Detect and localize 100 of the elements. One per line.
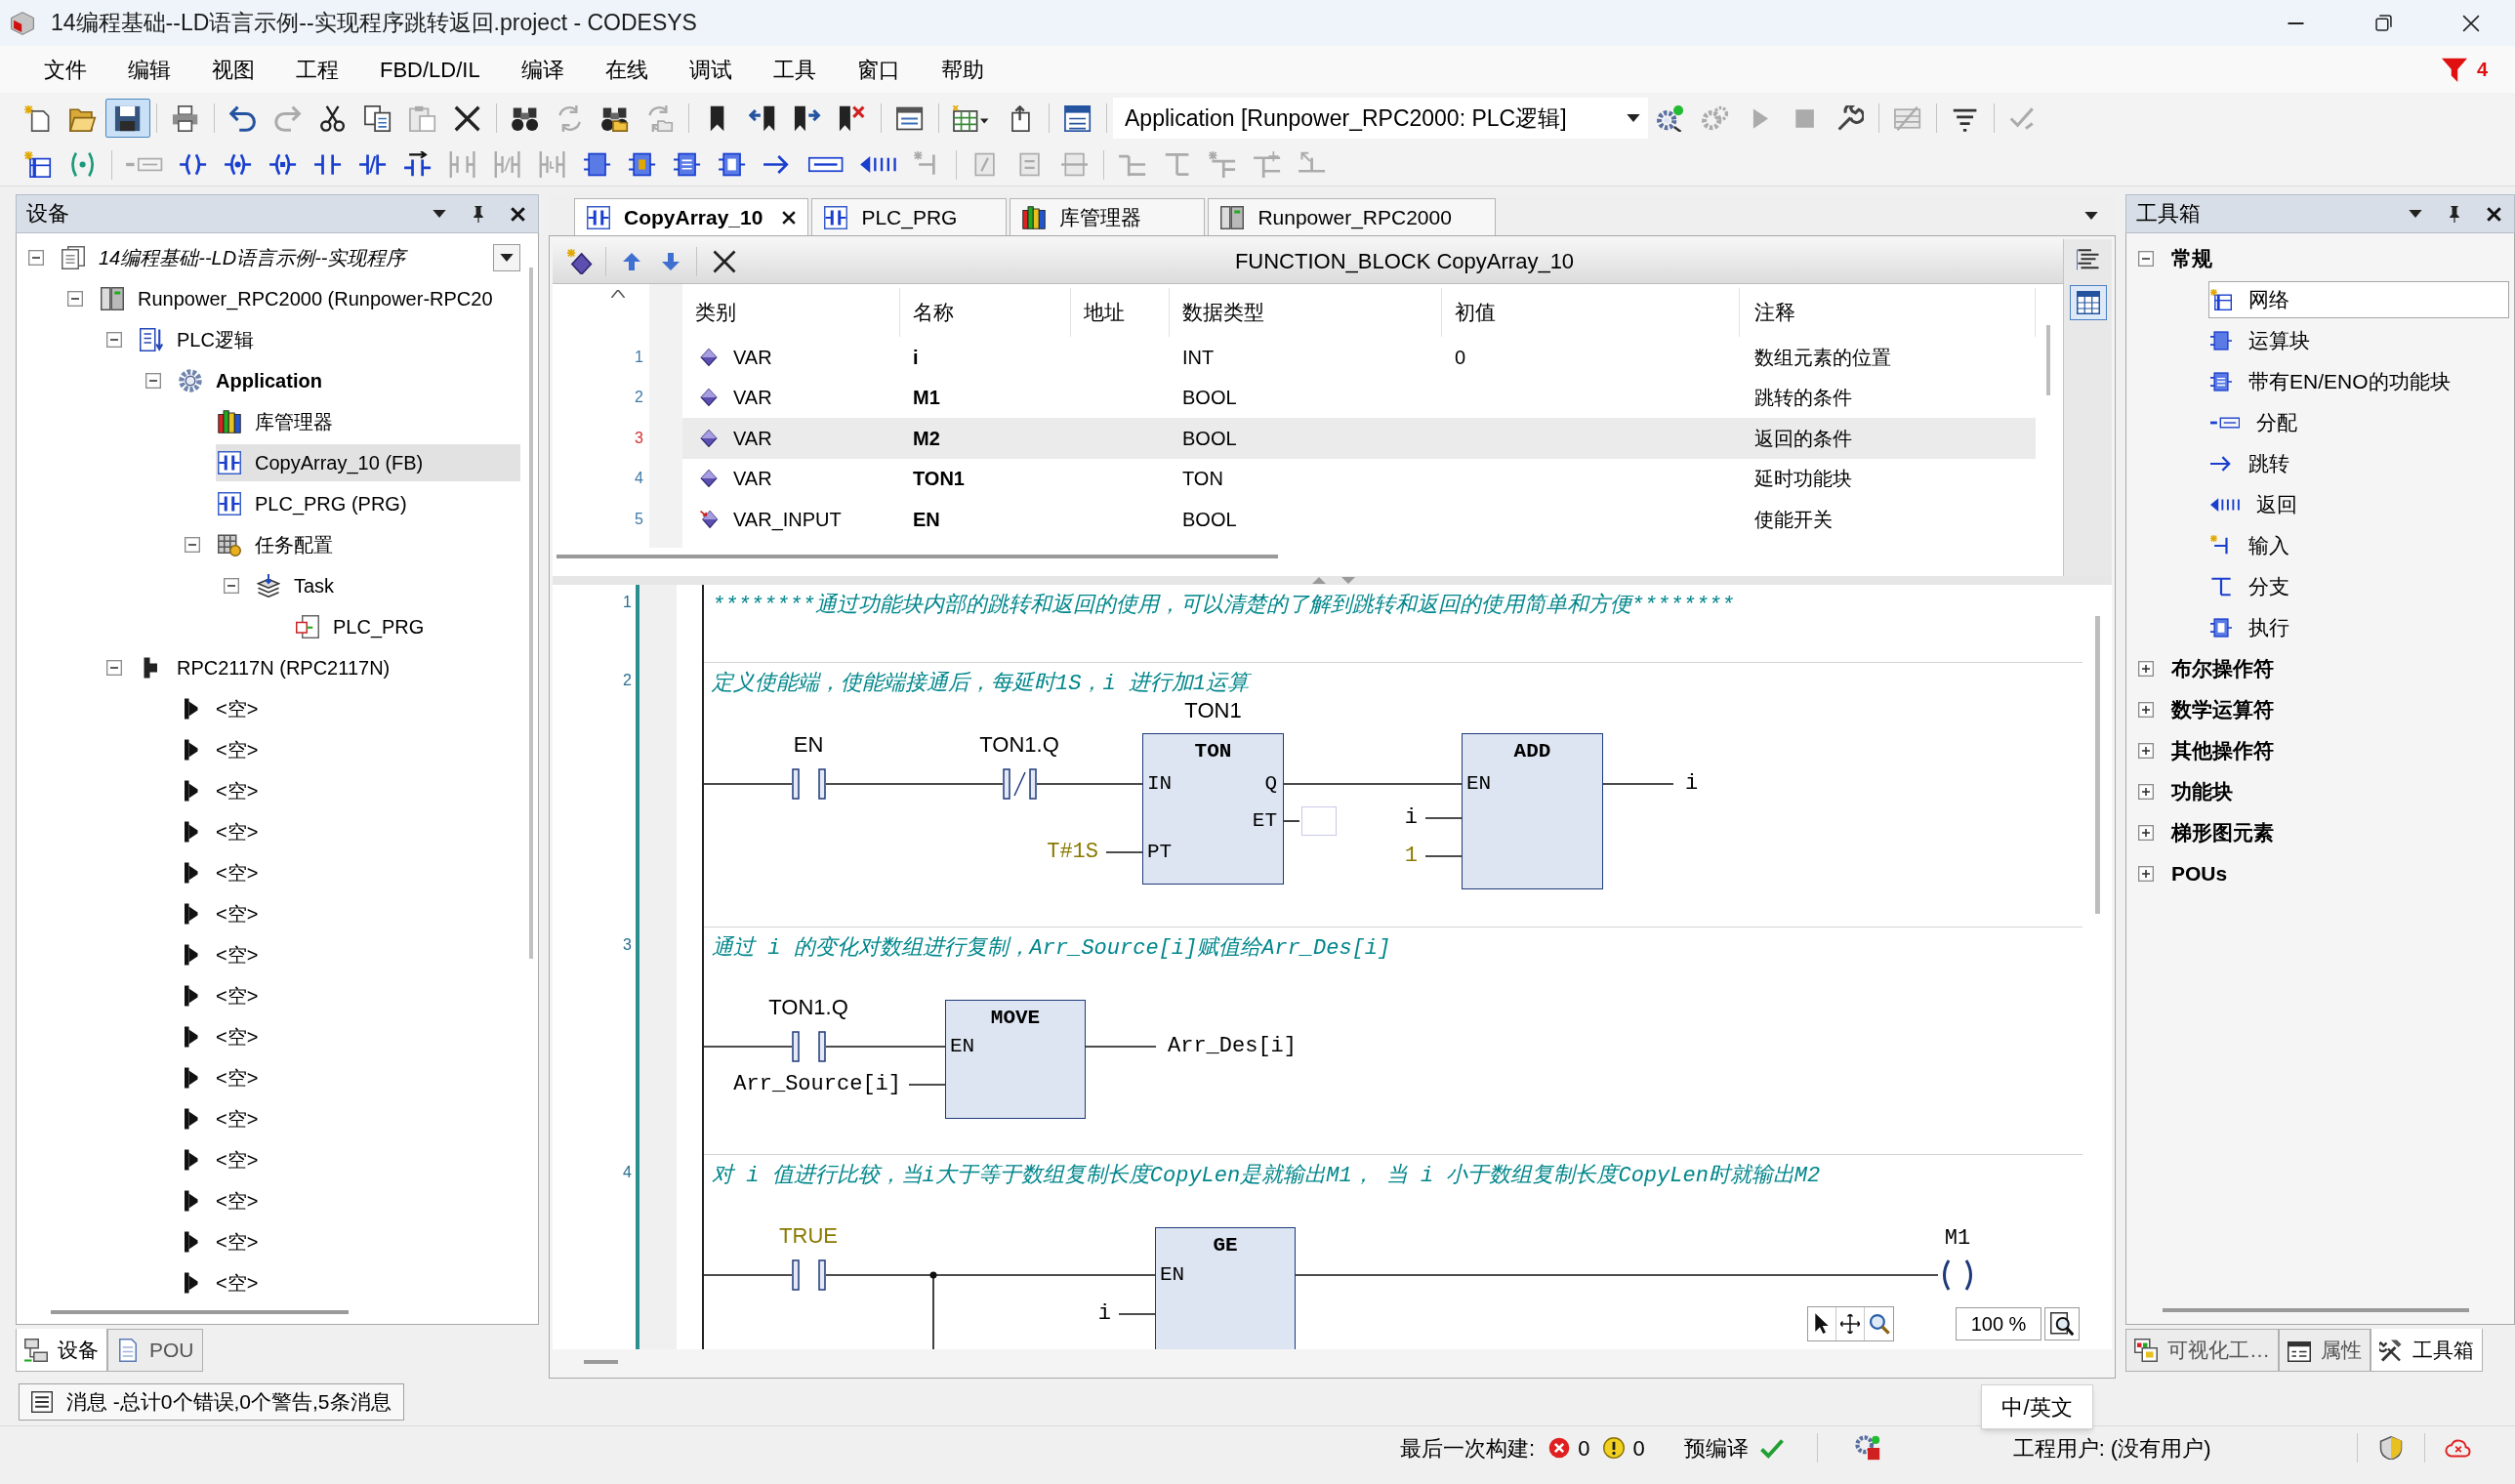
menu-item[interactable]: 工具	[752, 53, 837, 86]
tree-item[interactable]: Application	[177, 362, 520, 399]
funnel-icon[interactable]	[2441, 57, 2467, 82]
plus-box-icon[interactable]	[2138, 702, 2154, 718]
horizontal-scrollbar[interactable]	[584, 1359, 618, 1364]
toolbox-category[interactable]: 功能块	[2171, 776, 2233, 807]
toolbox-item[interactable]: 带有EN/ENO的功能块	[2208, 363, 2509, 400]
tree-item[interactable]: <空>	[177, 977, 520, 1014]
panel-tab[interactable]: 工具箱	[2371, 1329, 2483, 1372]
toolbox-item[interactable]: 网络	[2208, 281, 2509, 318]
minus-box-icon[interactable]	[106, 660, 122, 676]
toolbox-item[interactable]: 输入	[2208, 527, 2509, 564]
application-selector[interactable]: Application [Runpower_RPC2000: PLC逻辑]	[1113, 98, 1648, 139]
table-view-button[interactable]	[2069, 285, 2107, 320]
menu-item[interactable]: 帮助	[920, 53, 1005, 86]
horizontal-scrollbar[interactable]	[51, 1310, 349, 1314]
vertical-scrollbar[interactable]	[2045, 325, 2050, 395]
toolbox-item[interactable]: 分支	[2208, 568, 2509, 605]
tree-item[interactable]: <空>	[177, 1141, 520, 1178]
zoom-level-field[interactable]: 100 %	[1956, 1307, 2041, 1340]
output-variable-field[interactable]	[1301, 806, 1337, 836]
tree-menu-button[interactable]	[493, 244, 520, 271]
menu-item[interactable]: 编译	[500, 53, 585, 86]
toolbox-category[interactable]: 数学运算符	[2171, 694, 2274, 725]
panel-tab[interactable]: 设备	[16, 1329, 107, 1372]
toolbox-item[interactable]: 跳转	[2208, 445, 2509, 482]
editor-title: FUNCTION_BLOCK CopyArray_10	[1234, 248, 1575, 275]
tree-item[interactable]: 任务配置	[216, 526, 520, 563]
plus-box-icon[interactable]	[2138, 784, 2154, 800]
plus-box-icon[interactable]	[2138, 743, 2154, 759]
tree-item[interactable]: <空>	[177, 1059, 520, 1096]
tree-item[interactable]: <空>	[177, 813, 520, 850]
plus-box-icon[interactable]	[2138, 866, 2154, 882]
tree-item[interactable]: <空>	[177, 731, 520, 768]
menu-item[interactable]: FBD/LD/IL	[359, 53, 501, 86]
horizontal-scrollbar[interactable]	[557, 555, 1278, 558]
minus-box-icon[interactable]	[106, 332, 122, 348]
caret-up-icon[interactable]	[611, 290, 625, 298]
tree-item[interactable]: CopyArray_10 (FB)	[216, 444, 520, 481]
tree-item[interactable]: <空>	[177, 895, 520, 932]
tree-item[interactable]: 14编程基础--LD语言示例--实现程序	[60, 239, 493, 276]
close-icon[interactable]	[782, 210, 797, 225]
tree-item[interactable]: PLC逻辑	[138, 321, 520, 358]
tree-item[interactable]: <空>	[177, 1018, 520, 1055]
editor-tab[interactable]: CopyArray_10	[574, 198, 809, 235]
menu-item[interactable]: 文件	[23, 53, 107, 86]
block-type: MOVE	[990, 1006, 1041, 1031]
editor-tab[interactable]: PLC_PRG	[811, 198, 1008, 235]
toolbox-category[interactable]: 布尔操作符	[2171, 653, 2274, 684]
tree-item[interactable]: PLC_PRG (PRG)	[216, 485, 520, 522]
tree-item[interactable]: <空>	[177, 936, 520, 973]
toolbox-item[interactable]: 运算块	[2208, 322, 2509, 359]
toolbox-category[interactable]: 其他操作符	[2171, 735, 2274, 766]
tree-item[interactable]: <空>	[177, 1223, 520, 1260]
tree-item[interactable]: PLC_PRG	[294, 608, 520, 645]
panel-tab[interactable]: 可视化工…	[2125, 1329, 2279, 1372]
toolbox-category[interactable]: 梯形图元素	[2171, 817, 2274, 848]
pin-name: EN	[1466, 772, 1492, 796]
toolbox-item[interactable]: 返回	[2208, 486, 2509, 523]
floppy-disk-button[interactable]	[105, 99, 150, 138]
tree-item[interactable]: Runpower_RPC2000 (Runpower-RPC20	[99, 280, 520, 317]
editor-tab[interactable]: 库管理器	[1010, 198, 1206, 235]
panel-tab[interactable]: 属性	[2279, 1329, 2371, 1372]
panel-tab[interactable]: POU	[107, 1329, 203, 1372]
plus-box-icon[interactable]	[2138, 661, 2154, 677]
toolbox-category[interactable]: 常规	[2171, 243, 2212, 274]
minus-box-icon[interactable]	[67, 291, 83, 307]
menu-item[interactable]: 调试	[668, 53, 753, 86]
tree-item[interactable]: 库管理器	[216, 403, 520, 440]
zoom-fit-button[interactable]	[2044, 1307, 2080, 1340]
tree-item[interactable]: <空>	[177, 772, 520, 809]
tree-item[interactable]: <空>	[177, 1182, 520, 1219]
horizontal-scrollbar[interactable]	[2163, 1308, 2469, 1312]
menu-item[interactable]: 在线	[584, 53, 669, 86]
tree-item[interactable]: Task	[255, 567, 520, 604]
declaration-row[interactable]: VAR M2 BOOL 返回的条件	[682, 418, 2036, 459]
vertical-scrollbar[interactable]	[2094, 616, 2100, 914]
messages-tab[interactable]: 消息 -总计0个错误,0个警告,5条消息	[19, 1383, 404, 1421]
toolbox-item[interactable]: 分配	[2208, 404, 2509, 441]
minus-box-icon[interactable]	[224, 578, 239, 594]
vertical-scrollbar[interactable]	[529, 268, 533, 959]
minus-box-icon[interactable]	[185, 537, 200, 553]
property-sheet-icon	[2288, 1339, 2311, 1362]
toolbox-item[interactable]: 执行	[2208, 609, 2509, 646]
plus-box-icon[interactable]	[2138, 825, 2154, 841]
menu-item[interactable]: 窗口	[836, 53, 921, 86]
table-cell-text: VAR_INPUT	[733, 507, 842, 533]
tree-item[interactable]: RPC2117N (RPC2117N)	[138, 649, 520, 686]
minus-box-icon[interactable]	[145, 373, 161, 389]
tree-item[interactable]: <空>	[177, 1100, 520, 1137]
tree-item[interactable]: <空>	[177, 854, 520, 891]
menu-item[interactable]: 视图	[191, 53, 275, 86]
tree-item[interactable]: <空>	[177, 690, 520, 727]
minus-box-icon[interactable]	[2138, 251, 2154, 267]
editor-tab[interactable]: Runpower_RPC2000	[1208, 198, 1496, 235]
menu-item[interactable]: 工程	[275, 53, 359, 86]
menu-item[interactable]: 编辑	[107, 53, 191, 86]
tree-item[interactable]: <空>	[177, 1264, 520, 1301]
toolbox-category[interactable]: POUs	[2171, 858, 2228, 889]
minus-box-icon[interactable]	[28, 250, 44, 266]
